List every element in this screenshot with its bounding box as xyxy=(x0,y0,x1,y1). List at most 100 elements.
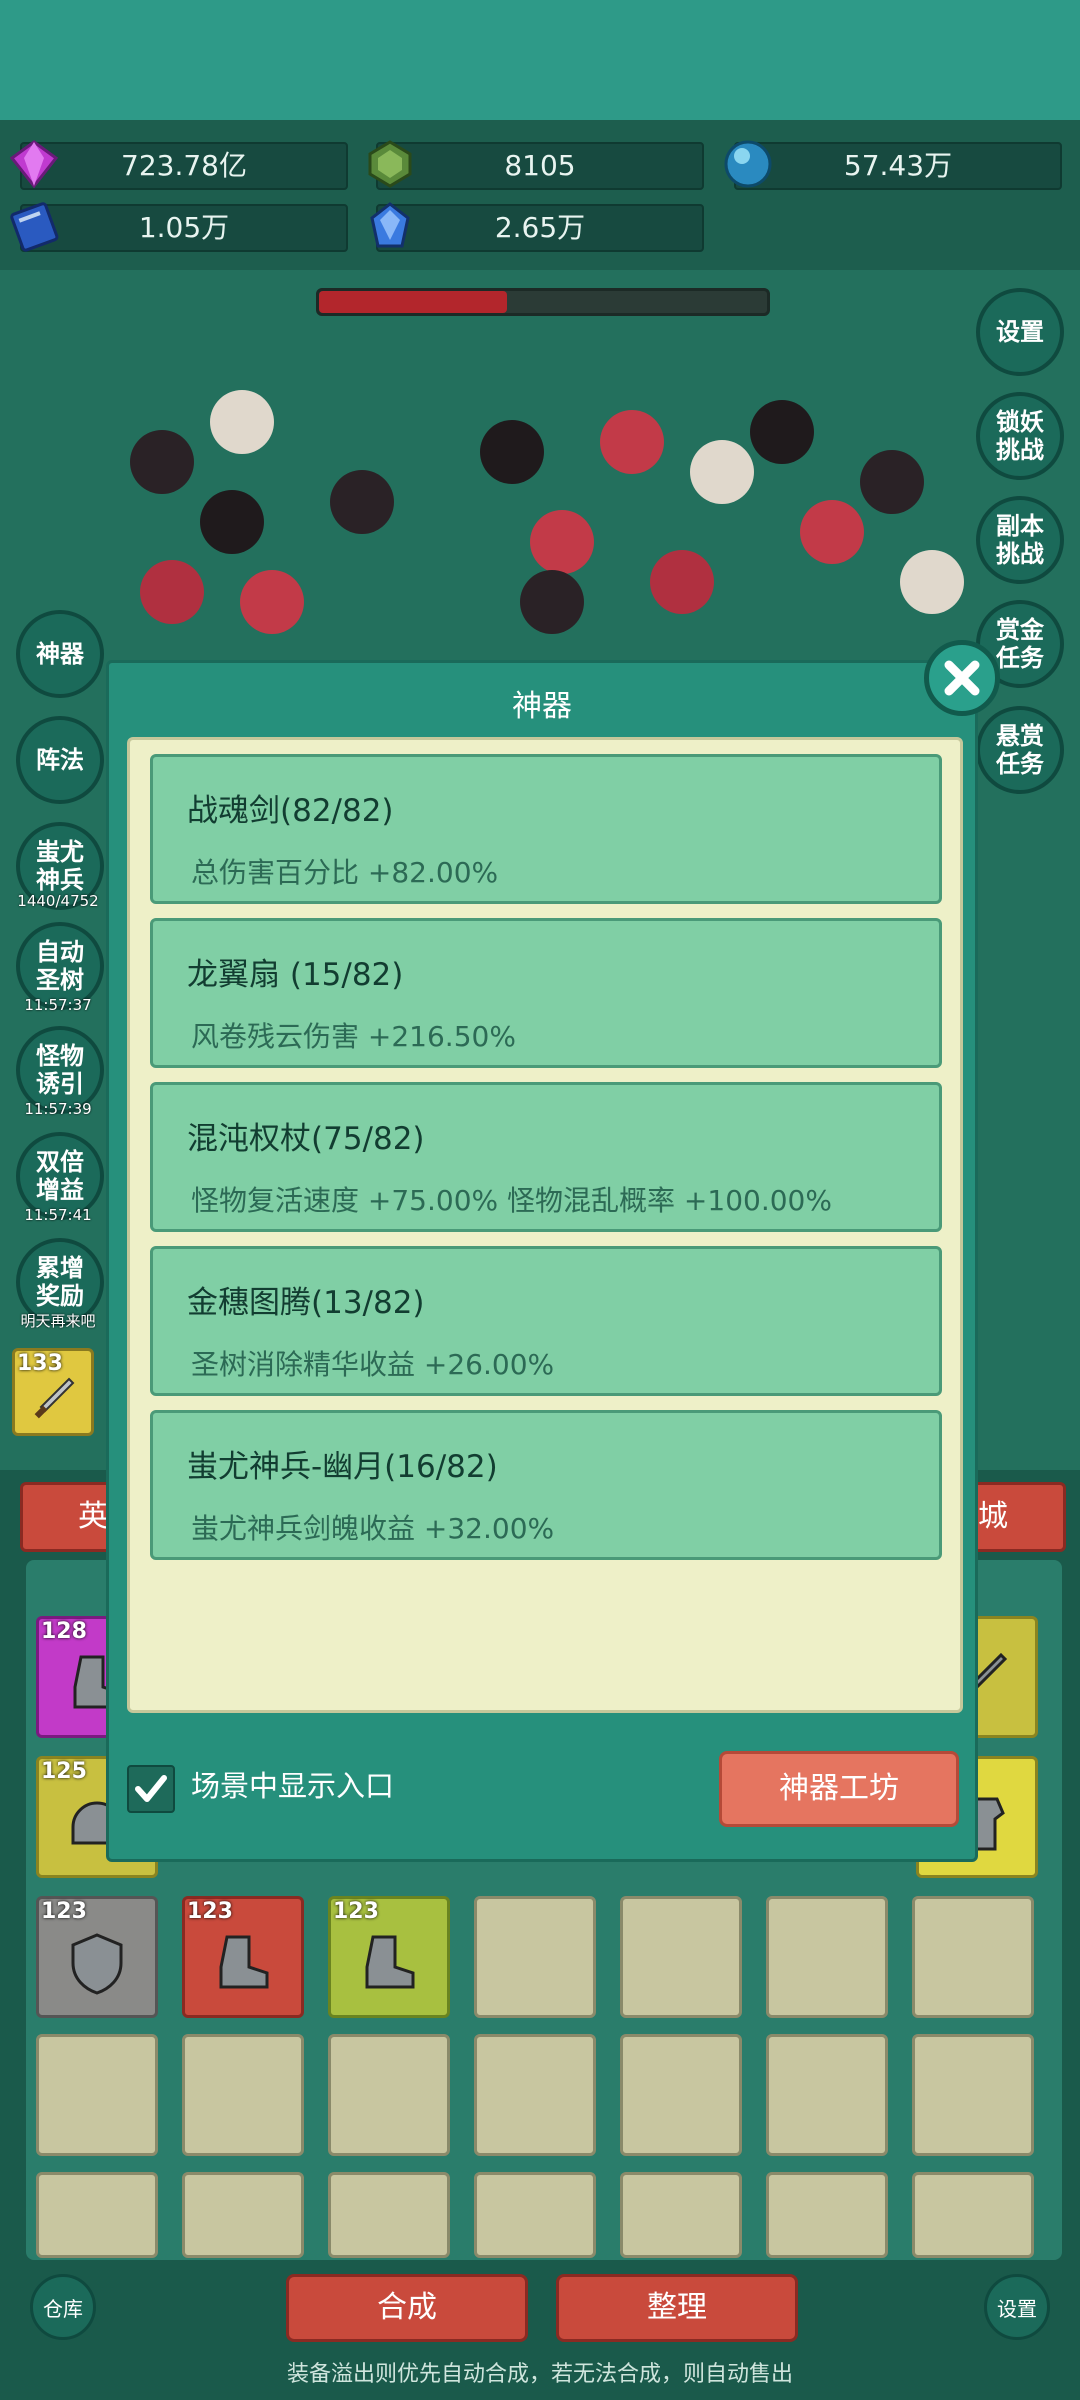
cumulative-reward-label: 累增 奖励 xyxy=(36,1254,84,1310)
artifact-name: 金穗图腾(13/82) xyxy=(187,1285,425,1321)
inventory-slot-empty[interactable] xyxy=(328,2172,450,2258)
reward-label: 悬赏 任务 xyxy=(996,722,1044,778)
inventory-slot-empty[interactable] xyxy=(912,2172,1034,2258)
artifact-card[interactable]: 金穗图腾(13/82) 圣树消除精华收益 +26.00% xyxy=(150,1246,942,1396)
reward-task-button[interactable]: 悬赏 任务 xyxy=(976,706,1064,794)
dungeon-challenge-button[interactable]: 副本 挑战 xyxy=(976,496,1064,584)
chiyou-label: 蚩尤 神兵 xyxy=(36,838,84,894)
artifact-dialog: 神器 战魂剑(82/82) 总伤害百分比 +82.00% 龙翼扇 (15/82)… xyxy=(106,660,978,1862)
monster-sprite xyxy=(750,400,814,464)
artifact-card[interactable]: 龙翼扇 (15/82) 风卷残云伤害 +216.50% xyxy=(150,918,942,1068)
resource-green-gem: 8105 xyxy=(368,140,704,190)
resource-crystal: 2.65万 xyxy=(370,202,704,252)
artifact-card[interactable]: 混沌权杖(75/82) 怪物复活速度 +75.00% 怪物混乱概率 +100.0… xyxy=(150,1082,942,1232)
inventory-slot-empty[interactable] xyxy=(474,2034,596,2156)
show-entry-label: 场景中显示入口 xyxy=(191,1769,395,1803)
monster-sprite xyxy=(860,450,924,514)
inventory-slot[interactable]: 123 xyxy=(36,1896,158,2018)
double-gain-label: 双倍 增益 xyxy=(36,1148,84,1204)
orb-amount: 57.43万 xyxy=(843,149,953,182)
sort-button[interactable]: 整理 xyxy=(556,2274,798,2342)
artifact-name: 龙翼扇 (15/82) xyxy=(187,957,404,993)
inventory-slot-empty[interactable] xyxy=(474,1896,596,2018)
tab-hero-label: 英 xyxy=(78,1499,108,1534)
inventory-slot-empty[interactable] xyxy=(328,2034,450,2156)
crystal-amount: 2.65万 xyxy=(494,211,586,244)
artifact-side-label: 神器 xyxy=(36,640,84,668)
artifact-name: 蚩尤神兵-幽月(16/82) xyxy=(187,1449,498,1485)
bottom-settings-label: 设置 xyxy=(997,2296,1037,2321)
inventory-slot-empty[interactable] xyxy=(36,2034,158,2156)
monster-sprite xyxy=(200,490,264,554)
checkmark-icon xyxy=(135,1775,167,1802)
inventory-slot-empty[interactable] xyxy=(766,1896,888,2018)
book-amount: 1.05万 xyxy=(138,211,230,244)
inventory-slot-empty[interactable] xyxy=(36,2172,158,2258)
inventory-slot-empty[interactable] xyxy=(912,1896,1034,2018)
artifact-card[interactable]: 战魂剑(82/82) 总伤害百分比 +82.00% xyxy=(150,754,942,904)
artifact-workshop-button[interactable]: 神器工坊 xyxy=(719,1751,959,1827)
resource-panel: 723.78亿 8105 57.43万 1.05万 2.65万 xyxy=(0,120,1080,270)
tab-city-label: 城 xyxy=(978,1499,1008,1534)
monster-sprite xyxy=(650,550,714,614)
item-level: 125 xyxy=(41,1759,87,1784)
blue-orb-icon xyxy=(724,140,772,188)
blue-crystal-icon xyxy=(370,202,410,248)
hero-slot[interactable]: 133 xyxy=(12,1348,94,1436)
monster-sprite xyxy=(480,420,544,484)
settings-button[interactable]: 设置 xyxy=(976,288,1064,376)
inventory-slot-empty[interactable] xyxy=(620,1896,742,2018)
inventory-slot[interactable]: 123 xyxy=(182,1896,304,2018)
cumulative-reward-status: 明天再来吧 xyxy=(20,1312,96,1330)
artifact-card[interactable]: 蚩尤神兵-幽月(16/82) 蚩尤神兵剑魄收益 +32.00% xyxy=(150,1410,942,1560)
auto-tree-label: 自动 圣树 xyxy=(36,938,84,994)
inventory-slot-empty[interactable] xyxy=(620,2172,742,2258)
monster-lure-timer: 11:57:39 xyxy=(24,1100,92,1118)
merge-label: 合成 xyxy=(377,2290,437,2325)
monster-sprite xyxy=(210,390,274,454)
dungeon-label: 副本 挑战 xyxy=(996,512,1044,568)
auto-merge-notice: 装备溢出则优先自动合成，若无法合成，则自动售出 xyxy=(286,2362,793,2387)
lock-demon-challenge-button[interactable]: 锁妖 挑战 xyxy=(976,392,1064,480)
chiyou-progress: 1440/4752 xyxy=(17,892,99,910)
bounty-label: 赏金 任务 xyxy=(996,616,1044,672)
boot-icon xyxy=(365,1935,415,1989)
inventory-slot-empty[interactable] xyxy=(474,2172,596,2258)
bottom-settings-button[interactable]: 设置 xyxy=(984,2274,1050,2340)
item-level: 123 xyxy=(187,1899,233,1924)
inventory-slot-empty[interactable] xyxy=(766,2034,888,2156)
inventory-slot[interactable]: 123 xyxy=(328,1896,450,2018)
monster-sprite xyxy=(130,430,194,494)
monster-sprite xyxy=(690,440,754,504)
artifact-effect: 圣树消除精华收益 +26.00% xyxy=(191,1348,555,1381)
blue-book-icon xyxy=(10,202,59,252)
boss-hp-bar xyxy=(316,288,770,316)
merge-button[interactable]: 合成 xyxy=(286,2274,528,2342)
warehouse-label: 仓库 xyxy=(43,2296,83,2321)
green-gem-amount: 8105 xyxy=(504,149,576,182)
artifact-effect: 风卷残云伤害 +216.50% xyxy=(191,1020,516,1053)
monster-sprite xyxy=(530,510,594,574)
inventory-slot-empty[interactable] xyxy=(912,2034,1034,2156)
formation-button[interactable]: 阵法 xyxy=(16,716,104,804)
artifact-effect: 蚩尤神兵剑魄收益 +32.00% xyxy=(191,1512,555,1545)
warehouse-button[interactable]: 仓库 xyxy=(30,2274,96,2340)
status-top-bar xyxy=(0,0,1080,120)
inventory-slot-empty[interactable] xyxy=(182,2034,304,2156)
artifact-side-button[interactable]: 神器 xyxy=(16,610,104,698)
inventory-slot-empty[interactable] xyxy=(182,2172,304,2258)
monster-sprite xyxy=(800,500,864,564)
monster-sprite xyxy=(240,570,304,634)
dialog-title: 神器 xyxy=(512,689,572,724)
inventory-slot-empty[interactable] xyxy=(620,2034,742,2156)
artifact-effect: 怪物复活速度 +75.00% 怪物混乱概率 +100.00% xyxy=(191,1184,832,1217)
close-icon xyxy=(944,660,980,696)
boss-hp-fill xyxy=(319,291,508,313)
resource-gem: 723.78亿 xyxy=(9,140,348,190)
item-level: 123 xyxy=(41,1899,87,1924)
inventory-slot-empty[interactable] xyxy=(766,2172,888,2258)
show-entry-checkbox[interactable] xyxy=(127,1765,175,1813)
close-button[interactable] xyxy=(924,640,1000,716)
artifact-effect: 总伤害百分比 +82.00% xyxy=(191,856,499,889)
dagger-icon xyxy=(34,1377,75,1419)
